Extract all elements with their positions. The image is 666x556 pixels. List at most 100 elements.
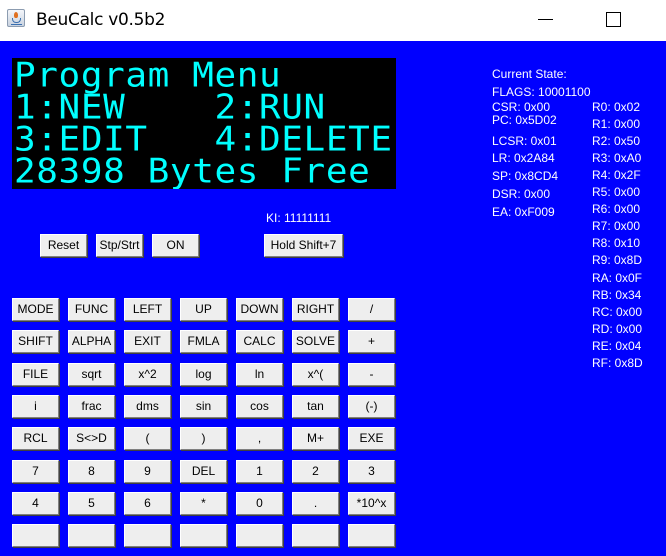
key-blank-button[interactable]: ( xyxy=(124,427,171,451)
register-value: R2: 0x50 xyxy=(592,134,641,149)
key-x-button[interactable]: x^( xyxy=(292,362,339,386)
lcd-display: Program Menu 1:NEW 2:RUN 3:EDIT 4:DELETE… xyxy=(12,58,396,189)
window-titlebar: BeuCalc v0.5b2 xyxy=(0,0,666,41)
key-fmla-button[interactable]: FMLA xyxy=(180,330,227,354)
on-button[interactable]: ON xyxy=(152,234,199,257)
key-left-button[interactable]: LEFT xyxy=(124,298,171,321)
java-app-icon xyxy=(7,9,25,27)
java-saucer-icon xyxy=(11,24,22,25)
key-shift-button[interactable]: SHIFT xyxy=(12,330,59,354)
key-blank-button[interactable] xyxy=(12,524,59,548)
key-blank-button[interactable]: (-) xyxy=(348,394,395,418)
key-sqrt-button[interactable]: sqrt xyxy=(68,362,115,386)
special-register-value: LCSR: 0x01 xyxy=(492,134,557,148)
register-value: R3: 0xA0 xyxy=(592,151,642,166)
register-value: RB: 0x34 xyxy=(592,287,642,302)
lcd-line: 3:EDIT 4:DELETE xyxy=(14,120,393,160)
key-6-button[interactable]: 6 xyxy=(124,491,171,515)
key-exit-button[interactable]: EXIT xyxy=(124,330,171,354)
key-blank-button[interactable] xyxy=(68,524,115,548)
key-7-button[interactable]: 7 xyxy=(12,459,59,483)
key-rcl-button[interactable]: RCL xyxy=(12,427,59,451)
maximize-icon xyxy=(606,12,621,27)
key-cos-button[interactable]: cos xyxy=(236,394,283,418)
register-value: R4: 0x2F xyxy=(592,168,641,183)
ki-readout: KI: 11111111 xyxy=(266,211,332,225)
key-blank-button[interactable]: * xyxy=(180,491,227,515)
minimize-icon xyxy=(538,19,553,20)
key-0-button[interactable]: 0 xyxy=(236,491,283,515)
key-log-button[interactable]: log xyxy=(180,362,227,386)
register-value: RA: 0x0F xyxy=(592,270,643,285)
register-value: R1: 0x00 xyxy=(592,117,641,132)
key-tan-button[interactable]: tan xyxy=(292,394,339,418)
key-sin-button[interactable]: sin xyxy=(180,394,227,418)
special-register-value: EA: 0xF009 xyxy=(492,205,555,219)
register-value: R5: 0x00 xyxy=(592,185,641,200)
reset-button[interactable]: Reset xyxy=(40,234,87,257)
key-file-button[interactable]: FILE xyxy=(12,362,59,386)
key-blank-button[interactable] xyxy=(180,524,227,548)
key-ln-button[interactable]: ln xyxy=(236,362,283,386)
key-exe-button[interactable]: EXE xyxy=(348,427,395,451)
lcd-line: 28398 Bytes Free xyxy=(14,152,371,189)
key-frac-button[interactable]: frac xyxy=(68,394,115,418)
key-down-button[interactable]: DOWN xyxy=(236,298,283,321)
key-s-d-button[interactable]: S<>D xyxy=(68,427,115,451)
flags-value: FLAGS: 10001100 xyxy=(492,85,591,99)
register-value: R0: 0x02 xyxy=(592,100,641,114)
key-blank-button[interactable]: + xyxy=(348,330,395,354)
key-10-x-button[interactable]: *10^x xyxy=(348,491,395,515)
key-dms-button[interactable]: dms xyxy=(124,394,171,418)
register-value: RD: 0x00 xyxy=(592,321,643,336)
hold-shift-7-button[interactable]: Hold Shift+7 xyxy=(264,234,343,257)
register-value: RE: 0x04 xyxy=(592,338,642,353)
key-del-button[interactable]: DEL xyxy=(180,459,227,483)
key-up-button[interactable]: UP xyxy=(180,298,227,321)
key-i-button[interactable]: i xyxy=(12,394,59,418)
register-value: RF: 0x8D xyxy=(592,355,643,370)
key-blank-button[interactable] xyxy=(348,524,395,548)
key-right-button[interactable]: RIGHT xyxy=(292,298,339,321)
state-heading: Current State: xyxy=(492,67,567,81)
key-5-button[interactable]: 5 xyxy=(68,491,115,515)
lcd-line: 1:NEW 2:RUN xyxy=(14,88,326,128)
special-register-value: DSR: 0x00 xyxy=(492,187,551,201)
register-value: R6: 0x00 xyxy=(592,202,641,217)
lcd-line: Program Menu xyxy=(14,58,282,96)
key-blank-button[interactable]: / xyxy=(348,298,395,321)
register-value: R9: 0x8D xyxy=(592,253,643,268)
key-blank-button[interactable] xyxy=(292,524,339,548)
key-4-button[interactable]: 4 xyxy=(12,491,59,515)
maximize-button[interactable] xyxy=(590,0,636,41)
register-value: RC: 0x00 xyxy=(592,304,643,319)
window-title: BeuCalc v0.5b2 xyxy=(36,10,166,30)
special-register-value: SP: 0x8CD4 xyxy=(492,169,559,183)
key-alpha-button[interactable]: ALPHA xyxy=(68,330,115,354)
java-cup-icon xyxy=(12,18,21,23)
key-blank-button[interactable] xyxy=(236,524,283,548)
key-9-button[interactable]: 9 xyxy=(124,459,171,483)
register-value: R8: 0x10 xyxy=(592,236,641,251)
key-x-2-button[interactable]: x^2 xyxy=(124,362,171,386)
special-register-value: CSR: 0x00 xyxy=(492,100,551,114)
key-blank-button[interactable]: . xyxy=(292,491,339,515)
key-blank-button[interactable]: ) xyxy=(180,427,227,451)
key-blank-button[interactable]: - xyxy=(348,362,395,386)
key-3-button[interactable]: 3 xyxy=(348,459,395,483)
key-calc-button[interactable]: CALC xyxy=(236,330,283,354)
key-blank-button[interactable] xyxy=(124,524,171,548)
key-8-button[interactable]: 8 xyxy=(68,459,115,483)
key-mode-button[interactable]: MODE xyxy=(12,298,59,321)
key-2-button[interactable]: 2 xyxy=(292,459,339,483)
special-register-value: LR: 0x2A84 xyxy=(492,151,555,165)
key-1-button[interactable]: 1 xyxy=(236,459,283,483)
key-solve-button[interactable]: SOLVE xyxy=(292,330,339,354)
stop-start-button[interactable]: Stp/Strt xyxy=(96,234,143,257)
minimize-button[interactable] xyxy=(522,0,568,41)
special-register-value: PC: 0x5D02 xyxy=(492,113,557,127)
key-func-button[interactable]: FUNC xyxy=(68,298,115,321)
register-value: R7: 0x00 xyxy=(592,219,641,234)
key-m-button[interactable]: M+ xyxy=(292,427,339,451)
key-blank-button[interactable]: , xyxy=(236,427,283,451)
